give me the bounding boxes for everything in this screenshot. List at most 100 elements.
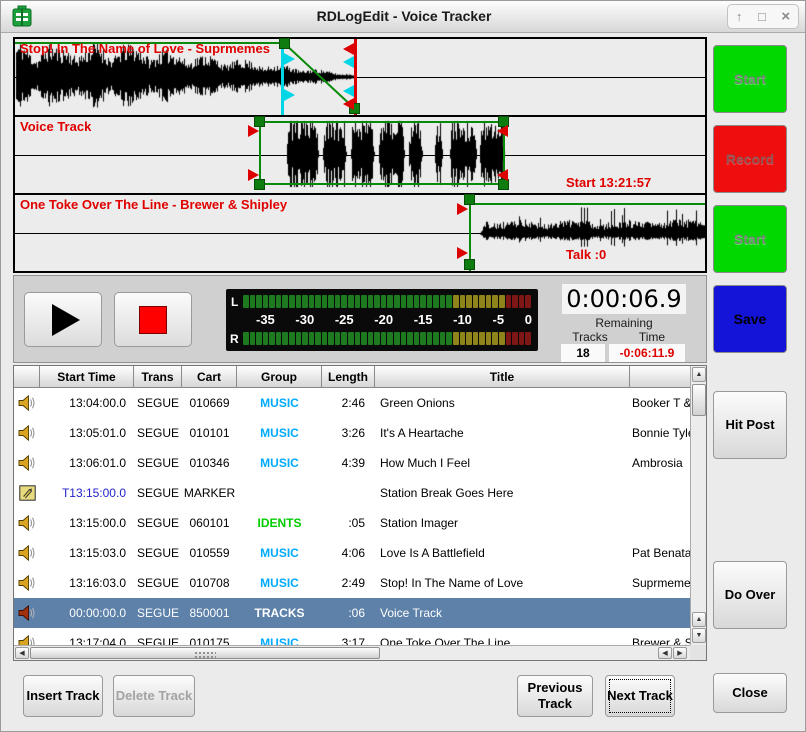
- column-header-group[interactable]: Group: [237, 366, 322, 388]
- maximize-window-icon[interactable]: □: [758, 10, 766, 23]
- meter-segment: [453, 332, 459, 345]
- meter-scale-tick: -20: [374, 312, 393, 328]
- scroll-right-icon[interactable]: ▶: [673, 647, 687, 659]
- table-row[interactable]: 13:06:01.0SEGUE010346MUSIC4:39How Much I…: [14, 448, 690, 478]
- talk-marker-bottom-icon[interactable]: [284, 89, 295, 101]
- play-button[interactable]: [24, 292, 102, 347]
- cell-title: Green Onions: [375, 388, 630, 418]
- insert-track-button[interactable]: Insert Track: [23, 675, 103, 717]
- cell-trans: SEGUE: [134, 388, 182, 418]
- voice-end-top-icon[interactable]: [497, 125, 508, 137]
- save-button[interactable]: Save: [713, 285, 787, 353]
- table-row[interactable]: 13:15:00.0SEGUE060101IDENTS:05Station Im…: [14, 508, 690, 538]
- start-next-button[interactable]: Start: [713, 205, 787, 273]
- meter-segment: [433, 295, 439, 308]
- tracks-remaining-value: 18: [561, 344, 605, 362]
- meter-segment: [525, 295, 531, 308]
- column-header-length[interactable]: Length: [322, 366, 375, 388]
- end-marker-bottom-icon[interactable]: [343, 98, 354, 110]
- table-row[interactable]: 13:04:00.0SEGUE010669MUSIC2:46Green Onio…: [14, 388, 690, 418]
- scroll-left-icon[interactable]: ◀: [15, 647, 29, 659]
- meter-segment: [282, 332, 288, 345]
- transport-panel: L -35-30-25-20-15-10-50 R 0:00:06.9 Rema…: [13, 275, 707, 363]
- titlebar[interactable]: RDLogEdit - Voice Tracker ↑ □ ×: [1, 1, 806, 33]
- track-2-voice[interactable]: Voice Track Start 13:21:57: [15, 117, 705, 193]
- stop-button[interactable]: [114, 292, 192, 347]
- start-previous-button[interactable]: Start: [713, 45, 787, 113]
- vertical-scrollbar[interactable]: ▲ ▲ ▼: [690, 366, 706, 645]
- vertical-scroll-thumb[interactable]: [692, 384, 706, 416]
- track-3-incoming[interactable]: One Toke Over The Line - Brewer & Shiple…: [15, 195, 705, 271]
- column-header-trans[interactable]: Trans: [134, 366, 182, 388]
- meter-segment: [296, 332, 302, 345]
- horizontal-scroll-thumb[interactable]: [30, 647, 380, 659]
- end-marker-top-icon[interactable]: [343, 43, 354, 55]
- meter-segment: [250, 295, 256, 308]
- meter-segment: [479, 332, 485, 345]
- talk-end-bottom-icon[interactable]: [343, 85, 354, 97]
- log-table-header: Start Time Trans Cart Group Length Title: [14, 366, 690, 388]
- track-1-outgoing[interactable]: Stop! In The Name of Love - Suprmemes: [15, 39, 705, 115]
- time-remaining-value: -0:06:11.9: [609, 344, 685, 362]
- talk-marker-top-icon[interactable]: [284, 53, 295, 65]
- meter-scale-tick: -30: [295, 312, 314, 328]
- fade-start-handle[interactable]: [279, 38, 290, 49]
- meter-scale-tick: -35: [256, 312, 275, 328]
- horizontal-scrollbar[interactable]: ◀ ◀ ▶: [14, 645, 690, 660]
- meter-segment: [250, 332, 256, 345]
- meter-segment: [473, 295, 479, 308]
- meter-segment: [243, 332, 249, 345]
- column-header-icon[interactable]: [14, 366, 40, 388]
- scroll-up-icon[interactable]: ▲: [692, 367, 706, 382]
- segue-bottom-handle[interactable]: [464, 259, 475, 270]
- cell-trans: SEGUE: [134, 418, 182, 448]
- column-header-artist[interactable]: [630, 366, 690, 388]
- scroll-grip: [194, 651, 216, 660]
- meter-segment: [341, 295, 347, 308]
- previous-track-button[interactable]: Previous Track: [517, 675, 593, 717]
- table-row[interactable]: 13:05:01.0SEGUE010101MUSIC3:26It's A Hea…: [14, 418, 690, 448]
- cell-cart: 010175: [182, 628, 237, 645]
- record-button[interactable]: Record: [713, 125, 787, 193]
- meter-segment: [335, 332, 341, 345]
- table-row[interactable]: T13:15:00.0SEGUEMARKERStation Break Goes…: [14, 478, 690, 508]
- close-window-icon[interactable]: ×: [781, 9, 790, 24]
- cell-cart: 010346: [182, 448, 237, 478]
- voice-start-bottom-icon[interactable]: [248, 169, 259, 181]
- scroll-down-icon[interactable]: ▼: [692, 628, 706, 643]
- delete-track-button[interactable]: Delete Track: [113, 675, 195, 717]
- cell-artist: Pat Benatar: [630, 538, 690, 568]
- meter-segment: [263, 295, 269, 308]
- do-over-button[interactable]: Do Over: [713, 561, 787, 629]
- table-row[interactable]: 13:17:04.0SEGUE010175MUSIC3:17One Toke O…: [14, 628, 690, 645]
- cell-trans: SEGUE: [134, 508, 182, 538]
- scroll-left2-icon[interactable]: ◀: [658, 647, 672, 659]
- column-header-start-time[interactable]: Start Time: [40, 366, 134, 388]
- meter-segment: [243, 295, 249, 308]
- meter-scale: -35-30-25-20-15-10-50: [256, 312, 532, 328]
- meter-segment: [276, 295, 282, 308]
- table-row-selected[interactable]: 00:00:00.0SEGUE850001TRACKS:06Voice Trac…: [14, 598, 690, 628]
- shade-window-icon[interactable]: ↑: [736, 10, 743, 23]
- cell-length: 4:06: [322, 538, 375, 568]
- table-row[interactable]: 13:15:03.0SEGUE010559MUSIC4:06Love Is A …: [14, 538, 690, 568]
- meter-segment: [512, 295, 518, 308]
- close-button[interactable]: Close: [713, 673, 787, 713]
- scroll-up2-icon[interactable]: ▲: [692, 612, 706, 627]
- segue-start-top-icon[interactable]: [457, 203, 468, 215]
- column-header-cart[interactable]: Cart: [182, 366, 237, 388]
- next-track-button[interactable]: Next Track: [605, 675, 675, 717]
- meter-segment: [519, 332, 525, 345]
- hit-post-button[interactable]: Hit Post: [713, 391, 787, 459]
- voice-start-top-icon[interactable]: [248, 125, 259, 137]
- cell-trans: SEGUE: [134, 568, 182, 598]
- meter-segment: [427, 332, 433, 345]
- talk-end-top-icon[interactable]: [343, 56, 354, 68]
- cell-length: :06: [322, 598, 375, 628]
- voice-end-bottom-icon[interactable]: [497, 169, 508, 181]
- segue-start-bottom-icon[interactable]: [457, 247, 468, 259]
- cell-artist: Brewer & S: [630, 628, 690, 645]
- table-row[interactable]: 13:16:03.0SEGUE010708MUSIC2:49Stop! In T…: [14, 568, 690, 598]
- row-type-icon: [14, 568, 40, 598]
- column-header-title[interactable]: Title: [375, 366, 630, 388]
